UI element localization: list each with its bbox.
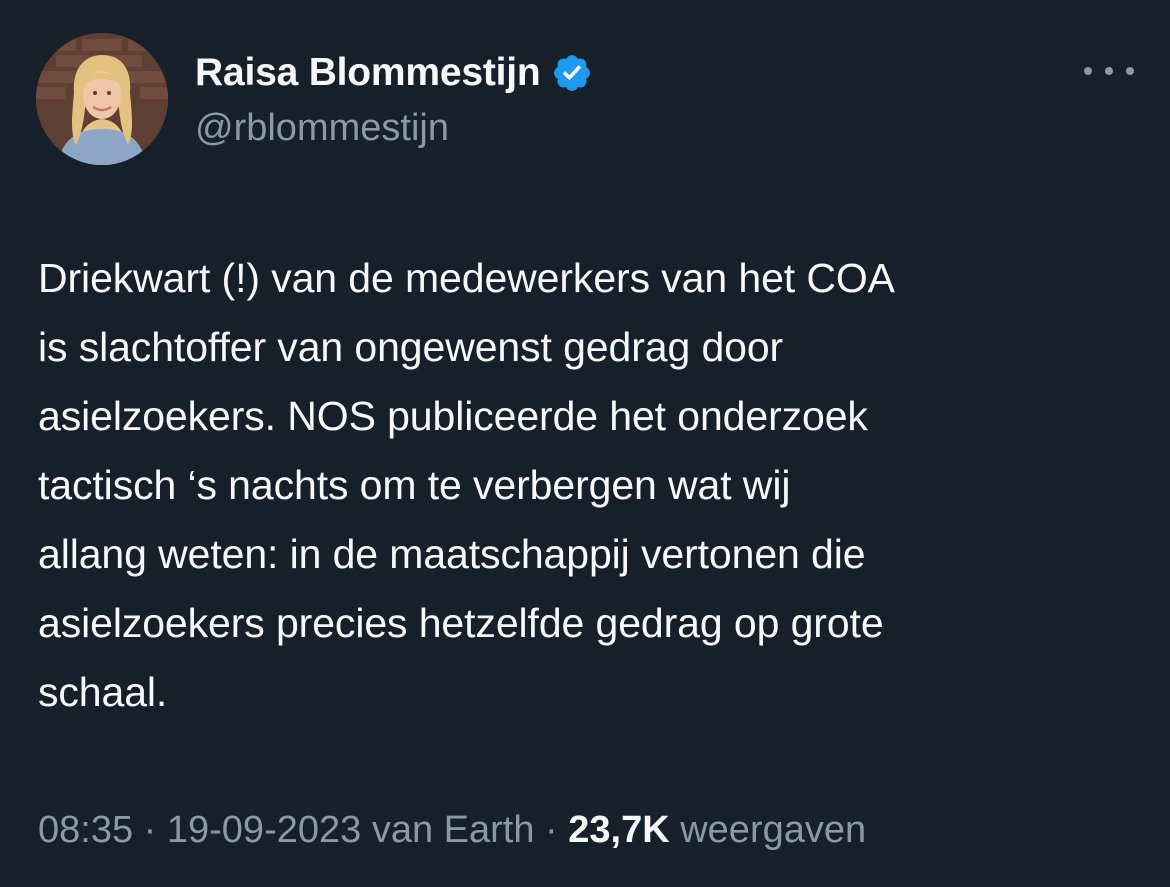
tweet-meta: 08:35 · 19-09-2023 van Earth · 23,7K wee… bbox=[38, 804, 866, 856]
more-options-button[interactable] bbox=[1084, 56, 1134, 86]
views-label[interactable]: weergaven bbox=[680, 809, 866, 851]
tweet-text-line: allang weten: in de maatschappij vertone… bbox=[38, 531, 866, 577]
views-count[interactable]: 23,7K bbox=[568, 809, 669, 851]
avatar-photo bbox=[36, 33, 168, 165]
meta-separator: · bbox=[534, 809, 569, 851]
tweet-card: Raisa Blommestijn @rblommestijn Driekwar… bbox=[0, 0, 1170, 887]
tweet-time[interactable]: 08:35 bbox=[38, 809, 133, 851]
more-horizontal-icon-dot bbox=[1105, 67, 1113, 75]
tweet-source: van Earth bbox=[371, 809, 535, 851]
meta-separator: · bbox=[133, 809, 167, 851]
author-handle[interactable]: @rblommestijn bbox=[195, 104, 449, 152]
tweet-text-line: Driekwart (!) van de medewerkers van het… bbox=[38, 255, 895, 301]
tweet-text-line: asielzoekers. NOS publiceerde het onderz… bbox=[38, 393, 868, 439]
verified-badge-icon bbox=[551, 52, 593, 94]
tweet-text-line: is slachtoffer van ongewenst gedrag door bbox=[38, 324, 784, 370]
tweet-text-line: asielzoekers precies hetzelfde gedrag op… bbox=[38, 600, 884, 646]
tweet-text-line: schaal. bbox=[38, 669, 168, 715]
more-horizontal-icon-dot bbox=[1084, 67, 1092, 75]
author-name[interactable]: Raisa Blommestijn bbox=[195, 49, 593, 97]
author-display-name[interactable]: Raisa Blommestijn bbox=[195, 49, 541, 97]
more-horizontal-icon-dot bbox=[1126, 67, 1134, 75]
tweet-text-line: tactisch ‘s nachts om te verbergen wat w… bbox=[38, 462, 791, 508]
avatar[interactable] bbox=[36, 33, 168, 165]
tweet-date[interactable]: 19-09-2023 bbox=[167, 809, 361, 851]
tweet-text: Driekwart (!) van de medewerkers van het… bbox=[38, 244, 1148, 727]
